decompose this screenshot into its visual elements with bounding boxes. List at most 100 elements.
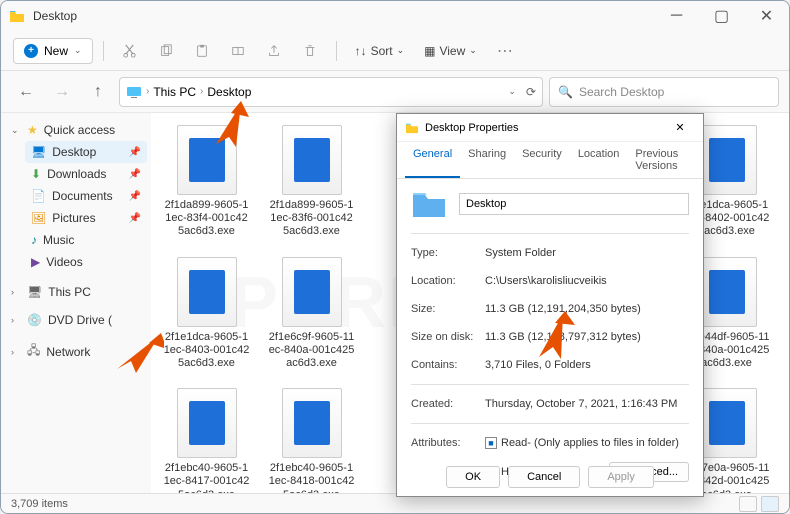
file-item[interactable]: 2f1e6c9f-9605-11ec-840a-001c425ac6d3.exe (264, 253, 359, 375)
breadcrumb-pc[interactable]: This PC (153, 85, 196, 99)
dialog-body: Type:System Folder Location:C:\Users\kar… (397, 179, 703, 502)
chevron-down-icon: ⌄ (11, 125, 21, 136)
network-icon: 🖧 (27, 341, 40, 362)
exe-icon (282, 257, 342, 327)
toolbar: + New ⌄ ↑↓ Sort ⌄ ▦ View ⌄ ⋯ (1, 31, 789, 71)
file-item[interactable]: 2f1ebc40-9605-11ec-8418-001c425ac6d3.exe (264, 384, 359, 493)
file-name: 2f1ebc40-9605-11ec-8417-001c425ac6d3.exe (163, 462, 250, 493)
close-button[interactable]: ✕ (744, 1, 789, 31)
properties-dialog: Desktop Properties ✕ General Sharing Sec… (396, 113, 704, 497)
sidebar-network[interactable]: › 🖧 Network (5, 337, 147, 366)
document-icon: 📄 (31, 189, 46, 203)
sidebar-item-documents[interactable]: 📄Documents📌 (25, 185, 147, 207)
maximize-button[interactable]: ▢ (699, 1, 744, 31)
sidebar-this-pc[interactable]: › 🖥 This PC (5, 281, 147, 303)
apply-button[interactable]: Apply (588, 466, 654, 488)
sidebar-label: Pictures (52, 211, 95, 225)
sort-dropdown[interactable]: ↑↓ Sort ⌄ (347, 39, 413, 63)
exe-icon (177, 388, 237, 458)
exe-icon (697, 388, 757, 458)
file-name: 2f1da899-9605-11ec-83f4-001c425ac6d3.exe (163, 199, 250, 239)
new-button[interactable]: + New ⌄ (13, 38, 93, 64)
readonly-label-suffix: (Only applies to files in folder) (531, 437, 679, 449)
chevron-down-icon[interactable]: ⌄ (508, 86, 516, 97)
explorer-window: Desktop ─ ▢ ✕ + New ⌄ ↑↓ Sort ⌄ ▦ View ⌄ (0, 0, 790, 514)
sidebar-label: DVD Drive ( (48, 313, 112, 327)
address-bar[interactable]: › This PC › Desktop ⌄ ⟳ (119, 77, 543, 107)
sidebar: ⌄ ★ Quick access 🖥 Desktop 📌 ⬇Downloads📌 📄… (1, 113, 151, 493)
file-name: 2f1e6c9f-9605-11ec-840a-001c425ac6d3.exe (268, 331, 355, 371)
separator (336, 41, 337, 61)
delete-button[interactable] (294, 35, 326, 67)
search-box[interactable]: 🔍 Search Desktop (549, 77, 779, 107)
sidebar-dvd[interactable]: › 💿 DVD Drive ( (5, 309, 147, 331)
tab-location[interactable]: Location (570, 142, 628, 178)
sidebar-item-videos[interactable]: ▶Videos (25, 251, 147, 273)
copy-button[interactable] (150, 35, 182, 67)
forward-button[interactable]: → (47, 77, 77, 107)
sidebar-label: This PC (48, 285, 91, 299)
back-button[interactable]: ← (11, 77, 41, 107)
paste-button[interactable] (186, 35, 218, 67)
ok-button[interactable]: OK (446, 466, 500, 488)
up-button[interactable]: ↑ (83, 77, 113, 107)
rename-button[interactable] (222, 35, 254, 67)
pin-icon: 📌 (129, 213, 141, 224)
chevron-right-icon: › (11, 315, 21, 325)
sidebar-quick-access[interactable]: ⌄ ★ Quick access (5, 119, 147, 141)
chevron-right-icon: › (11, 347, 21, 357)
file-item[interactable]: 2f1da899-9605-11ec-83f4-001c425ac6d3.exe (159, 121, 254, 243)
window-controls: ─ ▢ ✕ (654, 1, 789, 31)
tab-general[interactable]: General (405, 142, 460, 178)
share-button[interactable] (258, 35, 290, 67)
readonly-checkbox[interactable]: ■ (485, 437, 497, 449)
chevron-down-icon: ⌄ (74, 45, 82, 56)
star-icon: ★ (27, 123, 38, 137)
dialog-close-button[interactable]: ✕ (665, 114, 695, 142)
view-label: View (439, 44, 465, 58)
exe-icon (697, 257, 757, 327)
file-name: 2f1ebc40-9605-11ec-8418-001c425ac6d3.exe (268, 462, 355, 493)
tab-previous-versions[interactable]: Previous Versions (627, 142, 695, 178)
desktop-icon: 🖥 (31, 145, 46, 159)
sidebar-label: Desktop (52, 145, 96, 159)
window-title: Desktop (33, 9, 77, 23)
dialog-titlebar: Desktop Properties ✕ (397, 114, 703, 142)
pc-icon (126, 85, 142, 99)
tab-sharing[interactable]: Sharing (460, 142, 514, 178)
download-icon: ⬇ (31, 167, 41, 181)
sidebar-item-music[interactable]: ♪Music (25, 229, 147, 251)
folder-icon (405, 122, 419, 134)
file-item[interactable]: 2f1ebc40-9605-11ec-8417-001c425ac6d3.exe (159, 384, 254, 493)
label: Attributes: (411, 437, 485, 449)
chevron-down-icon: ⌄ (397, 45, 405, 56)
exe-icon (282, 125, 342, 195)
dialog-buttons: OK Cancel Apply (397, 466, 703, 488)
separator (103, 41, 104, 61)
size-value: 11.3 GB (12,191,204,350 bytes) (485, 303, 689, 315)
picture-icon: 🖼 (31, 211, 46, 225)
file-item[interactable]: 2f1da899-9605-11ec-83f6-001c425ac6d3.exe (264, 121, 359, 243)
breadcrumb-desktop[interactable]: Desktop (207, 85, 251, 99)
icons-view-button[interactable] (761, 496, 779, 512)
more-button[interactable]: ⋯ (489, 35, 521, 67)
exe-icon (177, 125, 237, 195)
search-placeholder: Search Desktop (579, 85, 664, 99)
navbar: ← → ↑ › This PC › Desktop ⌄ ⟳ 🔍 Search D… (1, 71, 789, 113)
tab-security[interactable]: Security (514, 142, 570, 178)
minimize-button[interactable]: ─ (654, 1, 699, 31)
file-item[interactable]: 2f1e1dca-9605-11ec-8403-001c425ac6d3.exe (159, 253, 254, 375)
label: Size on disk: (411, 331, 485, 343)
sidebar-item-pictures[interactable]: 🖼 Pictures 📌 (25, 207, 147, 229)
folder-name-input[interactable] (459, 193, 689, 215)
search-icon: 🔍 (558, 85, 573, 99)
sidebar-item-downloads[interactable]: ⬇Downloads📌 (25, 163, 147, 185)
cut-button[interactable] (114, 35, 146, 67)
refresh-icon[interactable]: ⟳ (526, 85, 536, 99)
sidebar-item-desktop[interactable]: 🖥Desktop📌 (25, 141, 147, 163)
details-view-button[interactable] (739, 496, 757, 512)
view-dropdown[interactable]: ▦ View ⌄ (416, 39, 485, 63)
file-name: 2f1da899-9605-11ec-83f6-001c425ac6d3.exe (268, 199, 355, 239)
cancel-button[interactable]: Cancel (508, 466, 580, 488)
pc-icon: 🖥 (27, 285, 42, 299)
